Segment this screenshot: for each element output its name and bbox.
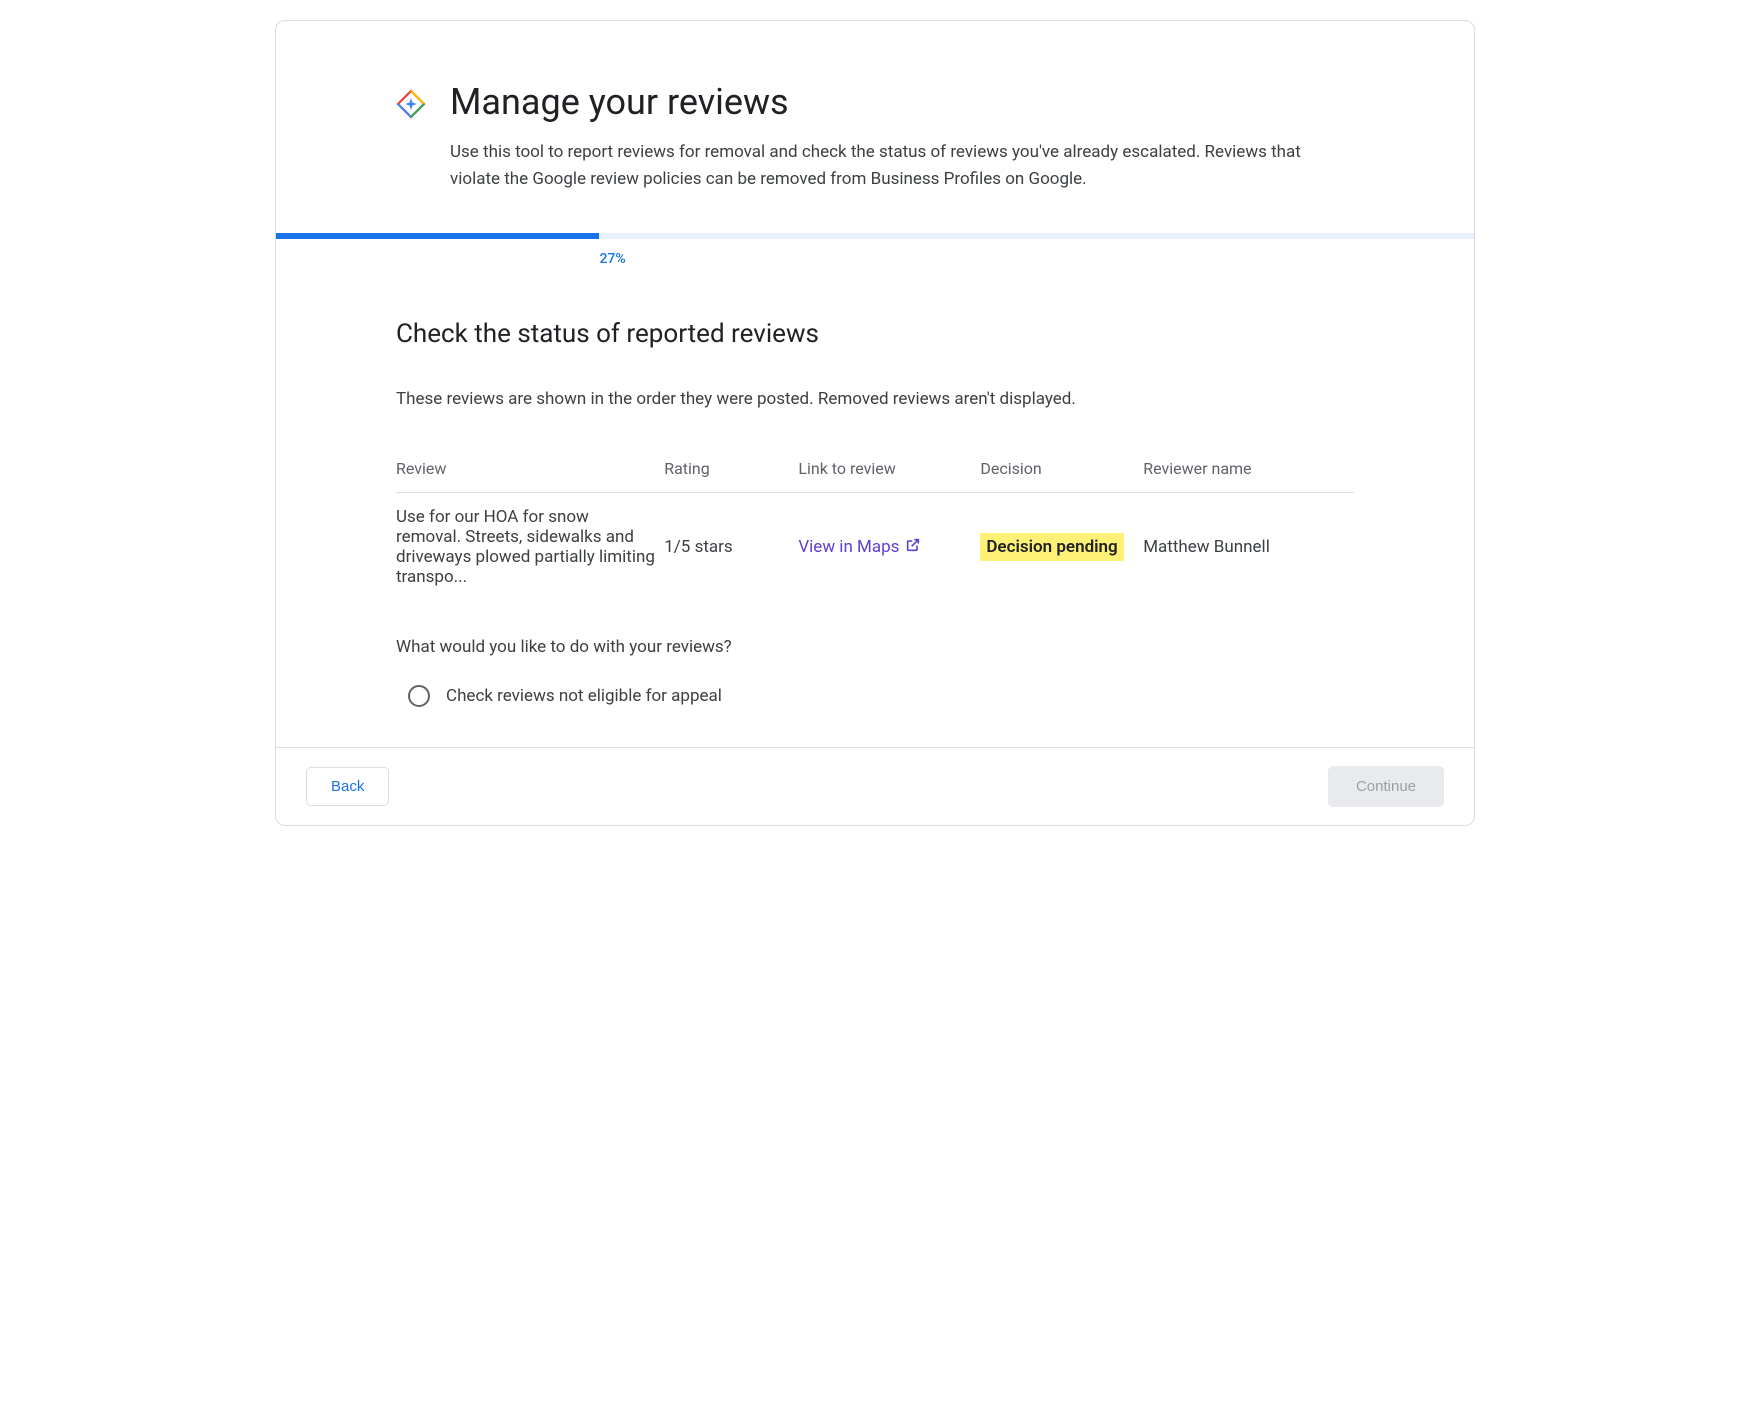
radio-option-not-eligible[interactable]: Check reviews not eligible for appeal [396, 685, 1354, 707]
section-subtitle: These reviews are shown in the order the… [396, 389, 1354, 409]
back-button[interactable]: Back [306, 767, 389, 806]
footer-bar: Back Continue [276, 747, 1474, 825]
content-section: Check the status of reported reviews The… [276, 239, 1474, 747]
section-heading: Check the status of reported reviews [396, 319, 1354, 349]
cell-reviewer-name: Matthew Bunnell [1143, 493, 1354, 602]
manage-reviews-card: Manage your reviews Use this tool to rep… [275, 20, 1475, 826]
cell-review-text: Use for our HOA for snow removal. Street… [396, 493, 664, 602]
col-header-rating: Rating [664, 449, 798, 493]
col-header-reviewer: Reviewer name [1143, 449, 1354, 493]
page-title: Manage your reviews [450, 81, 1354, 123]
view-in-maps-link[interactable]: View in Maps [798, 537, 921, 558]
radio-option-label: Check reviews not eligible for appeal [446, 686, 722, 706]
view-in-maps-label: View in Maps [798, 537, 899, 557]
cell-rating: 1/5 stars [664, 493, 798, 602]
reviews-table: Review Rating Link to review Decision Re… [396, 449, 1354, 601]
question-text: What would you like to do with your revi… [396, 637, 1354, 657]
col-header-decision: Decision [980, 449, 1143, 493]
continue-button[interactable]: Continue [1328, 766, 1444, 807]
external-link-icon [905, 537, 921, 558]
progress-fill [276, 233, 599, 239]
progress-bar: 27% [276, 233, 1474, 239]
radio-icon [408, 685, 430, 707]
header-section: Manage your reviews Use this tool to rep… [276, 21, 1474, 233]
table-row: Use for our HOA for snow removal. Street… [396, 493, 1354, 602]
col-header-link: Link to review [798, 449, 980, 493]
page-description: Use this tool to report reviews for remo… [450, 139, 1354, 193]
progress-percent-label: 27% [599, 251, 625, 267]
decision-badge: Decision pending [980, 533, 1123, 561]
col-header-review: Review [396, 449, 664, 493]
google-sparkle-icon [396, 89, 426, 123]
